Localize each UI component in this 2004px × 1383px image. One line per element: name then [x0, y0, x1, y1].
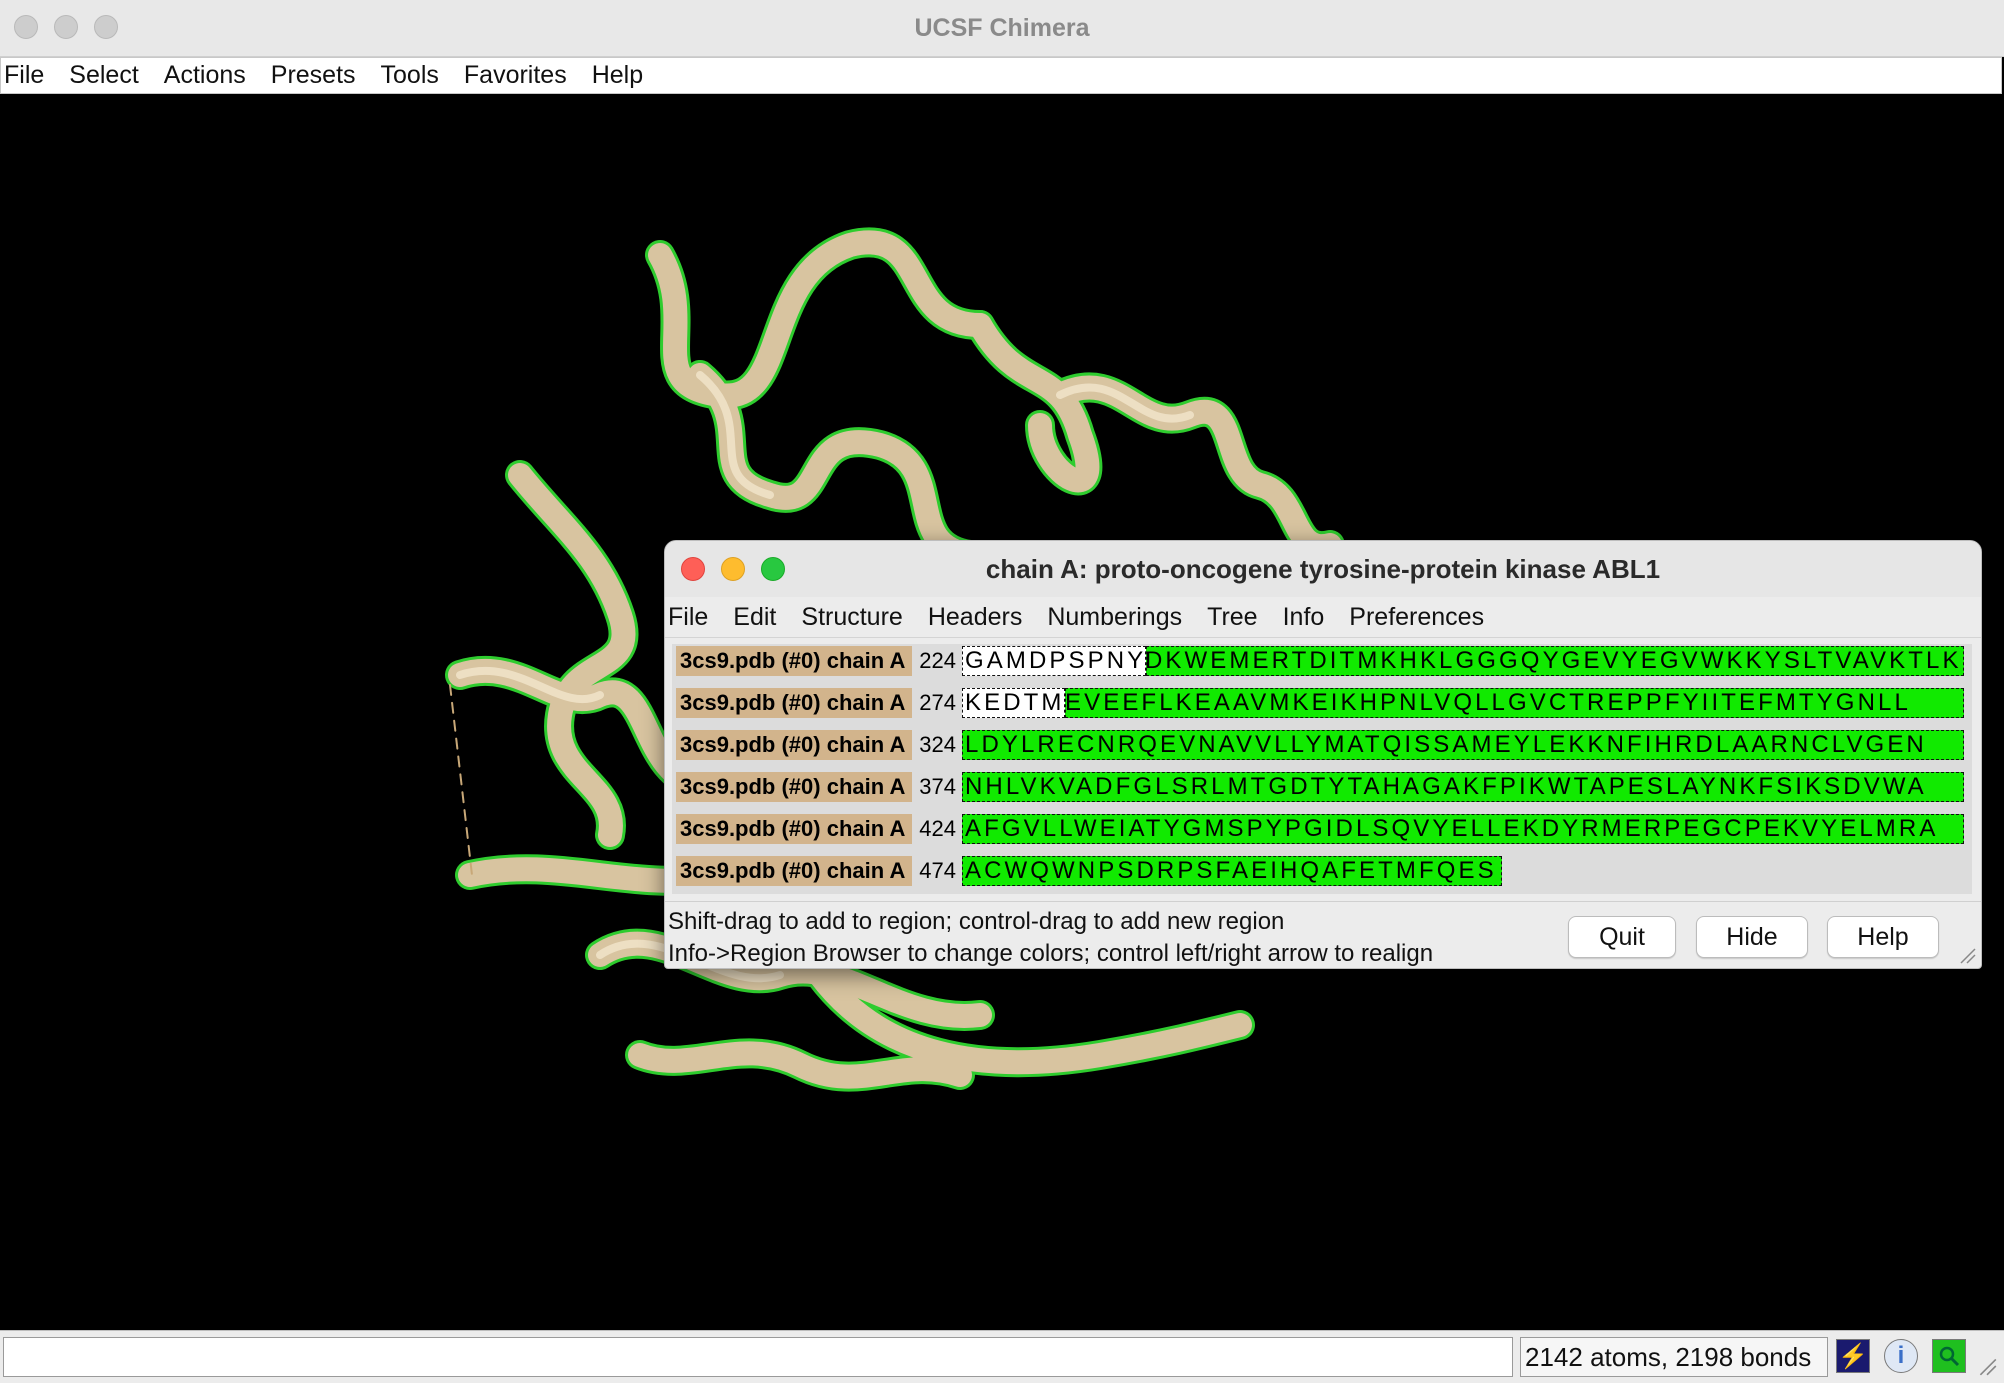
- sequence-row: 3cs9.pdb (#0) chain A 274 KEDTM EVEEFLKE…: [676, 686, 1964, 720]
- dialog-menu-info[interactable]: Info: [1280, 603, 1325, 632]
- sequence-residues[interactable]: LDYLRECNRQEVNAVVLLYMATQISSAMEYLEKKNFIHRD…: [962, 730, 1964, 760]
- quit-button[interactable]: Quit: [1568, 916, 1676, 958]
- status-bar: 2142 atoms, 2198 bonds ⚡ i: [0, 1330, 2004, 1383]
- magnifier-icon[interactable]: [1932, 1339, 1966, 1373]
- menu-tools[interactable]: Tools: [378, 61, 451, 90]
- sequence-dialog: chain A: proto-oncogene tyrosine-protein…: [664, 540, 1982, 969]
- sequence-residues-green: LDYLRECNRQEVNAVVLLYMATQISSAMEYLEKKNFIHRD…: [965, 731, 1927, 758]
- sequence-residues[interactable]: GAMDPSPNY DKWEMERTDITMKHKLGGGQYGEVYEGVWK…: [962, 646, 1964, 676]
- sequence-residues[interactable]: ACWQWNPSDRPSFAEIHQAFETMFQES: [962, 856, 1964, 886]
- sequence-residues-white: KEDTM: [965, 689, 1065, 716]
- help-button[interactable]: Help: [1827, 916, 1939, 958]
- sequence-row-start: 474: [919, 858, 956, 883]
- sequence-residues-green: ACWQWNPSDRPSFAEIHQAFETMFQES: [965, 857, 1497, 884]
- sequence-row-label[interactable]: 3cs9.pdb (#0) chain A: [676, 772, 912, 802]
- atom-bond-count: 2142 atoms, 2198 bonds: [1520, 1337, 1828, 1377]
- sequence-row-label[interactable]: 3cs9.pdb (#0) chain A: [676, 814, 912, 844]
- sequence-row: 3cs9.pdb (#0) chain A 224 GAMDPSPNY DKWE…: [676, 644, 1964, 678]
- resize-grip-icon[interactable]: [1957, 945, 1977, 965]
- sequence-row-start: 224: [919, 648, 956, 673]
- sequence-row-start: 374: [919, 774, 956, 799]
- dialog-menu-file[interactable]: File: [665, 603, 708, 632]
- sequence-residues-green: NHLVKVADFGLSRLMTGDTYTAHAGAKFPIKWTAPESLAY…: [965, 773, 1927, 800]
- sequence-row-label[interactable]: 3cs9.pdb (#0) chain A: [676, 688, 912, 718]
- dialog-menu-numberings[interactable]: Numberings: [1044, 603, 1182, 632]
- info-icon[interactable]: i: [1884, 1339, 1918, 1373]
- sequence-residues-white: GAMDPSPNY: [965, 647, 1147, 674]
- dialog-menu-edit[interactable]: Edit: [730, 603, 776, 632]
- sequence-residues-green: EVEEFLKEAAVMKEIKHPNLVQLLGVCTREPPFYIITEFM…: [1065, 689, 1911, 716]
- sequence-panel[interactable]: 3cs9.pdb (#0) chain A 224 GAMDPSPNY DKWE…: [672, 644, 1972, 894]
- menu-actions[interactable]: Actions: [161, 61, 258, 90]
- sequence-residues-green: DKWEMERTDITMKHKLGGGQYGEVYEGVWKKYSLTVAVKT…: [1145, 647, 1962, 674]
- sequence-residues[interactable]: KEDTM EVEEFLKEAAVMKEIKHPNLVQLLGVCTREPPFY…: [962, 688, 1964, 718]
- dialog-titlebar: chain A: proto-oncogene tyrosine-protein…: [665, 541, 1981, 597]
- sequence-residues[interactable]: AFGVLLWEIATYGMSPYPGIDLSQVYELLEKDYRMERPEG…: [962, 814, 1964, 844]
- window-resize-grip-icon[interactable]: [1976, 1355, 1998, 1377]
- hide-button[interactable]: Hide: [1696, 916, 1808, 958]
- dialog-footer: Shift-drag to add to region; control-dra…: [665, 901, 1981, 968]
- menu-favorites[interactable]: Favorites: [461, 61, 579, 90]
- menu-file[interactable]: File: [1, 61, 56, 90]
- lightning-icon[interactable]: ⚡: [1836, 1339, 1870, 1373]
- sequence-row-start: 274: [919, 690, 956, 715]
- hint-line-2: Info->Region Browser to change colors; c…: [668, 940, 1434, 967]
- sequence-row-label[interactable]: 3cs9.pdb (#0) chain A: [676, 730, 912, 760]
- window-title: UCSF Chimera: [914, 14, 1090, 42]
- sequence-row: 3cs9.pdb (#0) chain A 374 NHLVKVADFGLSRL…: [676, 770, 1964, 804]
- hint-line-1: Shift-drag to add to region; control-dra…: [668, 908, 1285, 935]
- sequence-row: 3cs9.pdb (#0) chain A 424 AFGVLLWEIATYGM…: [676, 812, 1964, 846]
- command-line-input[interactable]: [3, 1337, 1513, 1377]
- dialog-menu-preferences[interactable]: Preferences: [1346, 603, 1484, 632]
- dialog-menu-tree[interactable]: Tree: [1204, 603, 1257, 632]
- menu-select[interactable]: Select: [66, 61, 150, 90]
- main-titlebar: UCSF Chimera: [0, 0, 2004, 57]
- sequence-row-label[interactable]: 3cs9.pdb (#0) chain A: [676, 856, 912, 886]
- dialog-title: chain A: proto-oncogene tyrosine-protein…: [985, 554, 1661, 584]
- sequence-residues[interactable]: NHLVKVADFGLSRLMTGDTYTAHAGAKFPIKWTAPESLAY…: [962, 772, 1964, 802]
- sequence-row: 3cs9.pdb (#0) chain A 474 ACWQWNPSDRPSFA…: [676, 854, 1964, 888]
- sequence-residues-green: AFGVLLWEIATYGMSPYPGIDLSQVYELLEKDYRMERPEG…: [965, 815, 1939, 842]
- sequence-row-start: 424: [919, 816, 956, 841]
- menu-help[interactable]: Help: [589, 61, 655, 90]
- dialog-menu-headers[interactable]: Headers: [925, 603, 1023, 632]
- sequence-row-start: 324: [919, 732, 956, 757]
- dialog-menubar: File Edit Structure Headers Numberings T…: [665, 597, 1981, 638]
- sequence-row-label[interactable]: 3cs9.pdb (#0) chain A: [676, 646, 912, 676]
- menu-presets[interactable]: Presets: [268, 61, 368, 90]
- dialog-menu-structure[interactable]: Structure: [798, 603, 902, 632]
- sequence-row: 3cs9.pdb (#0) chain A 324 LDYLRECNRQEVNA…: [676, 728, 1964, 762]
- main-menubar: File Select Actions Presets Tools Favori…: [0, 57, 2002, 94]
